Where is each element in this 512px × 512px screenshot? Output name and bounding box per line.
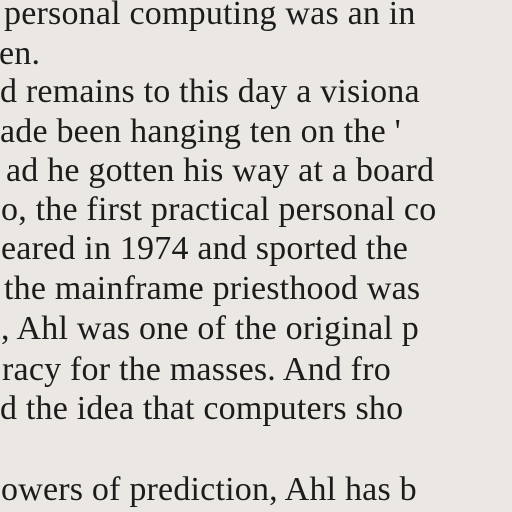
text-line-8: the mainframe priesthood was	[4, 270, 421, 307]
text-line-3: d remains to this day a visiona	[0, 73, 420, 110]
text-line-9: , Ahl was one of the original p	[1, 310, 419, 347]
text-line-10: racy for the masses. And fro	[2, 351, 391, 388]
text-line-11: d the idea that computers sho	[0, 390, 404, 427]
text-line-5: ad he gotten his way at a board	[6, 152, 435, 189]
text-line-6: o, the first practical personal co	[1, 191, 437, 228]
text-line-4: ade been hanging ten on the '	[0, 113, 401, 150]
document-page: personal computing was an in en. d remai…	[0, 0, 512, 512]
text-line-2: en.	[0, 35, 41, 72]
text-line-1: personal computing was an in	[4, 0, 416, 32]
text-line-13: owers of prediction, Ahl has b	[1, 471, 417, 508]
text-line-7: eared in 1974 and sported the	[1, 230, 409, 267]
